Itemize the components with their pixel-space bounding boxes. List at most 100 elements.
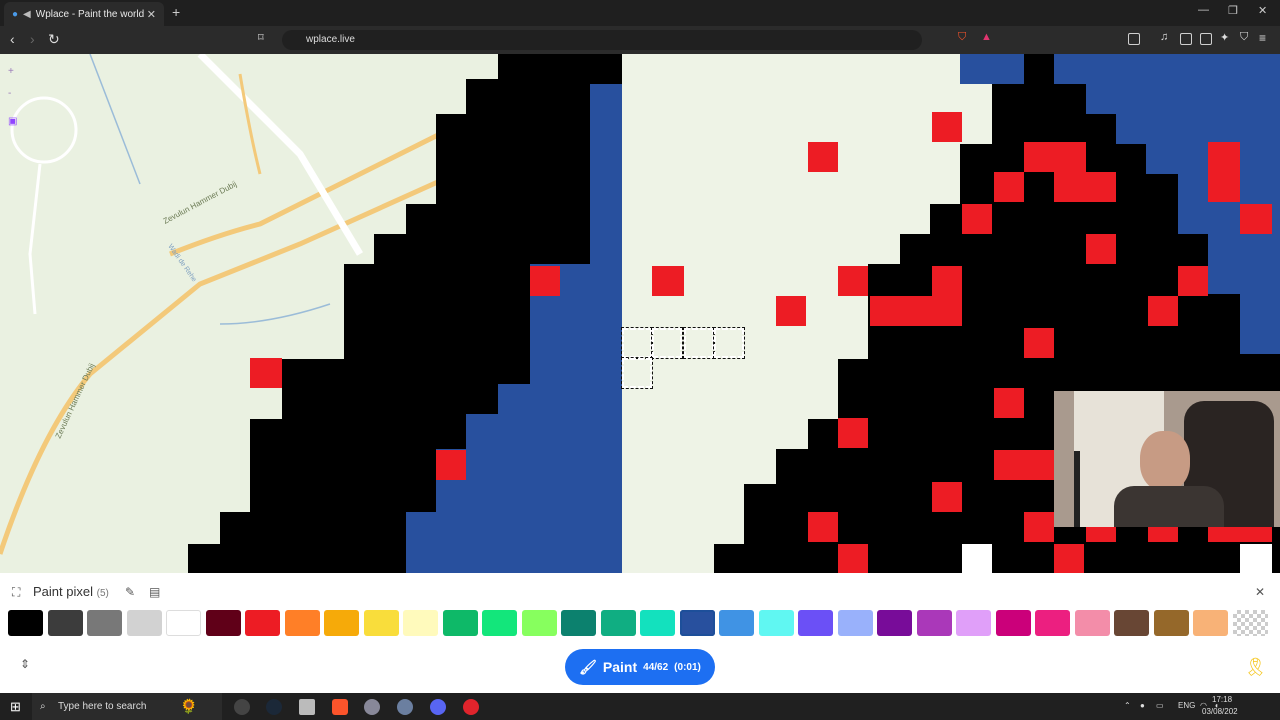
- color-swatch[interactable]: [758, 610, 794, 636]
- color-swatch[interactable]: [205, 610, 241, 636]
- close-tab-icon[interactable]: ✕: [147, 8, 156, 21]
- pixel-selection[interactable]: [683, 327, 715, 359]
- color-swatch[interactable]: [877, 610, 912, 636]
- color-swatch[interactable]: [87, 610, 122, 636]
- bookmark-icon[interactable]: ⌑: [258, 31, 264, 44]
- paint-panel: ⛶ Paint pixel (5) ✎ ▤ ✕ ⇕ 🖌 Paint 44/62 …: [0, 573, 1280, 693]
- pixel-selection[interactable]: [621, 327, 653, 359]
- zoom-in-icon[interactable]: +: [8, 66, 14, 77]
- new-tab-button[interactable]: +: [172, 4, 180, 20]
- twitch-icon[interactable]: ▣: [8, 116, 17, 127]
- color-swatch[interactable]: [245, 610, 280, 636]
- white-pixel: [962, 544, 992, 573]
- leo-icon[interactable]: ✦: [1220, 31, 1229, 44]
- image-icon[interactable]: ▤: [149, 585, 160, 599]
- reload-icon[interactable]: ↻: [48, 31, 60, 48]
- color-swatch[interactable]: [1153, 610, 1189, 636]
- tab-title: Wplace - Paint the world: [35, 8, 145, 20]
- app-icon[interactable]: [397, 699, 413, 715]
- brave-icon[interactable]: [332, 699, 348, 715]
- speaker-icon[interactable]: ◀: [23, 9, 31, 20]
- wplace-favicon-icon: ●: [12, 8, 19, 20]
- paint-button[interactable]: 🖌 Paint 44/62 (0:01): [565, 649, 715, 685]
- language-indicator[interactable]: ENG: [1178, 701, 1195, 710]
- color-swatch[interactable]: [521, 610, 557, 636]
- person-body: [1114, 486, 1224, 527]
- tray-chevron-icon[interactable]: ⌃: [1124, 701, 1131, 710]
- back-icon[interactable]: ‹: [10, 31, 15, 47]
- browser-tab-bar: ● ◀ Wplace - Paint the world ✕ + — ❐ ✕: [0, 0, 1280, 26]
- color-swatch[interactable]: [916, 610, 952, 636]
- color-swatch[interactable]: [719, 610, 754, 636]
- color-swatch[interactable]: [837, 610, 873, 636]
- color-swatch[interactable]: [166, 610, 201, 636]
- color-swatch[interactable]: [995, 610, 1031, 636]
- color-swatch[interactable]: [561, 610, 596, 636]
- vpn-icon[interactable]: ⛉: [1240, 31, 1248, 44]
- color-swatch[interactable]: [1035, 610, 1070, 636]
- webcam-overlay: [1054, 391, 1280, 527]
- panel-title: Paint pixel (5): [33, 584, 109, 599]
- color-swatch[interactable]: [798, 610, 833, 636]
- map-canvas[interactable]: Zevulun Hammer Dubij Zevulun Hammer Dubi…: [0, 54, 1280, 573]
- rewards-icon[interactable]: ▲: [981, 31, 992, 43]
- pixel-selection[interactable]: [713, 327, 745, 359]
- color-swatch[interactable]: [324, 610, 359, 636]
- window-close-icon[interactable]: ✕: [1258, 4, 1267, 17]
- zoom-out-icon[interactable]: -: [8, 88, 11, 99]
- color-swatch[interactable]: [47, 610, 83, 636]
- mic-icon[interactable]: ●: [1140, 701, 1145, 710]
- brave-shield-icon[interactable]: ⛉: [958, 31, 966, 44]
- app-icon[interactable]: [299, 699, 315, 715]
- color-swatch[interactable]: [8, 610, 43, 636]
- pixel-selection[interactable]: [651, 327, 683, 359]
- expand-icon[interactable]: ⇕: [20, 657, 30, 671]
- forward-icon[interactable]: ›: [30, 31, 35, 47]
- color-swatch[interactable]: [600, 610, 636, 636]
- minimize-icon[interactable]: —: [1198, 4, 1209, 16]
- sidebar-icon[interactable]: [1128, 33, 1140, 45]
- color-swatch[interactable]: [363, 610, 399, 636]
- color-swatch[interactable]: [640, 610, 675, 636]
- paint-progress: 44/62: [643, 661, 669, 673]
- color-swatch[interactable]: [482, 610, 517, 636]
- person-head: [1140, 431, 1190, 491]
- search-icon: ⌕: [40, 701, 46, 712]
- url-field[interactable]: wplace.live: [282, 30, 922, 50]
- color-swatch-transparent[interactable]: [1232, 610, 1268, 636]
- white-pixel: [1240, 544, 1272, 573]
- color-swatch[interactable]: [1193, 610, 1228, 636]
- active-tab[interactable]: ● ◀ Wplace - Paint the world ✕: [4, 2, 164, 26]
- paint-timer: (0:01): [674, 661, 701, 673]
- pencil-icon[interactable]: ✎: [125, 585, 135, 599]
- color-swatch[interactable]: [956, 610, 991, 636]
- steam-icon[interactable]: [266, 699, 282, 715]
- pixel-selection[interactable]: [621, 357, 653, 389]
- color-swatch[interactable]: [126, 610, 162, 636]
- opera-icon[interactable]: [463, 699, 479, 715]
- wallet-icon[interactable]: [1200, 33, 1212, 45]
- clock-time[interactable]: 17:18: [1212, 695, 1232, 704]
- taskbar-search[interactable]: ⌕ Type here to search 🌻: [32, 693, 222, 720]
- brush-icon: 🖌: [579, 658, 597, 675]
- obs-icon[interactable]: [234, 699, 250, 715]
- start-icon[interactable]: ⊞: [10, 699, 21, 715]
- split-view-icon[interactable]: [1180, 33, 1192, 45]
- network-icon[interactable]: ▭: [1156, 701, 1164, 710]
- color-swatch[interactable]: [403, 610, 438, 636]
- restore-icon[interactable]: ❐: [1228, 4, 1238, 17]
- color-swatch[interactable]: [442, 610, 478, 636]
- menu-icon[interactable]: ≡: [1259, 31, 1266, 45]
- color-swatch[interactable]: [1074, 610, 1110, 636]
- fullscreen-icon[interactable]: ⛶: [12, 585, 20, 600]
- mic-stand: [1074, 451, 1080, 527]
- discord-icon[interactable]: [430, 699, 446, 715]
- color-swatch[interactable]: [284, 610, 320, 636]
- color-swatch[interactable]: [1114, 610, 1149, 636]
- app-icon[interactable]: [364, 699, 380, 715]
- clock-date[interactable]: 03/08/202: [1202, 707, 1238, 716]
- color-swatch[interactable]: [679, 610, 715, 636]
- close-panel-icon[interactable]: ✕: [1255, 585, 1265, 599]
- sunflower-icon: 🌻: [180, 698, 198, 714]
- music-icon[interactable]: ♫: [1160, 31, 1168, 43]
